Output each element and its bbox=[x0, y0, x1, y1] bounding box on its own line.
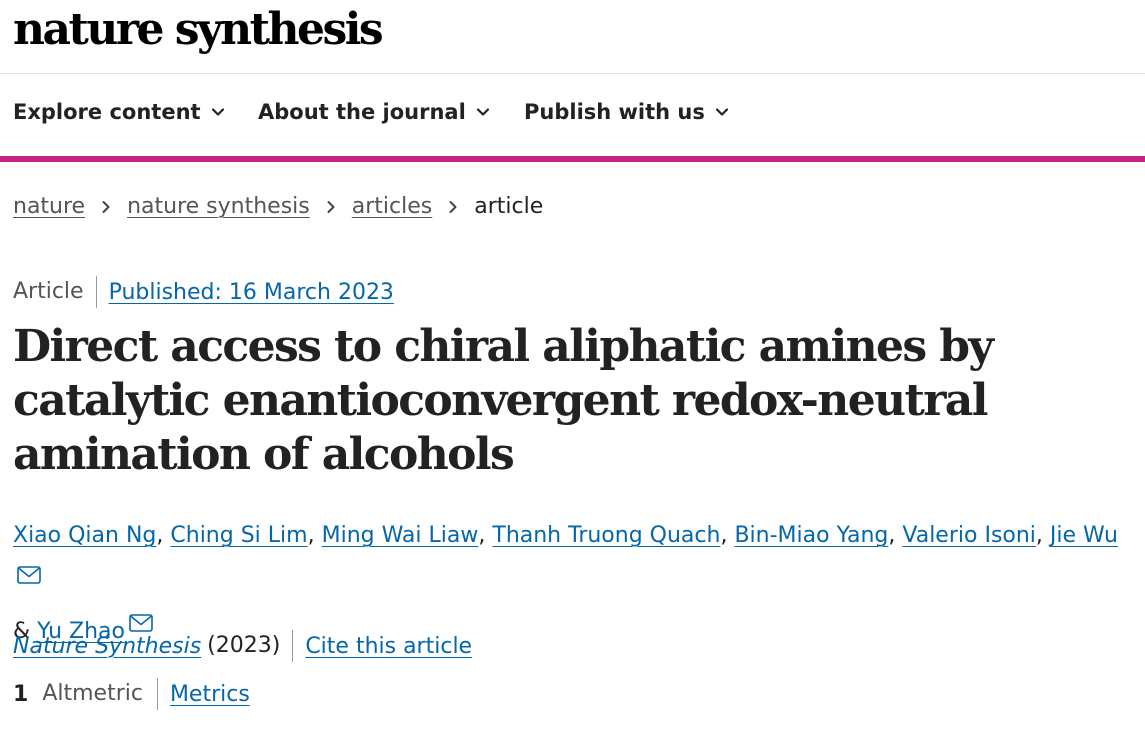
article-type: Article bbox=[13, 276, 97, 308]
citation-row: Nature Synthesis (2023) Cite this articl… bbox=[13, 630, 472, 662]
chevron-right-icon bbox=[99, 200, 113, 214]
breadcrumb-link-nature-synthesis[interactable]: nature synthesis bbox=[127, 194, 310, 219]
chevron-down-icon bbox=[715, 105, 729, 119]
nav-publish-with-us[interactable]: Publish with us bbox=[524, 100, 729, 124]
chevron-right-icon bbox=[324, 200, 338, 214]
nav-about-journal[interactable]: About the journal bbox=[258, 100, 490, 124]
journal-link[interactable]: Nature Synthesis bbox=[13, 634, 201, 659]
article-title: Direct access to chiral aliphatic amines… bbox=[13, 321, 994, 480]
author-link[interactable]: Ching Si Lim bbox=[170, 523, 307, 548]
author-separator: , bbox=[156, 523, 171, 548]
metrics-row: 1 Altmetric Metrics bbox=[13, 678, 250, 710]
breadcrumb: nature nature synthesis articles article bbox=[13, 194, 543, 219]
author-link[interactable]: Jie Wu bbox=[1050, 523, 1118, 548]
author-separator: , bbox=[888, 523, 903, 548]
author-link[interactable]: Bin-Miao Yang bbox=[734, 523, 888, 548]
mail-icon[interactable] bbox=[17, 566, 41, 584]
author-link[interactable]: Ming Wai Liaw bbox=[322, 523, 479, 548]
nav-item-label: Explore content bbox=[13, 100, 201, 124]
nav-item-label: About the journal bbox=[258, 100, 466, 124]
author-separator: , bbox=[478, 523, 493, 548]
article-meta: Article Published: 16 March 2023 bbox=[13, 276, 394, 308]
journal-logo[interactable]: nature synthesis bbox=[13, 0, 384, 60]
published-date-link[interactable]: Published: 16 March 2023 bbox=[97, 280, 394, 305]
altmetric-label: Altmetric bbox=[42, 678, 158, 710]
author-link[interactable]: Xiao Qian Ng bbox=[13, 523, 156, 548]
citation-year: (2023) bbox=[207, 630, 294, 662]
main-nav: Explore content About the journal Publis… bbox=[0, 74, 1145, 156]
breadcrumb-link-nature[interactable]: nature bbox=[13, 194, 85, 219]
author-separator: , bbox=[1035, 523, 1050, 548]
cite-this-article-link[interactable]: Cite this article bbox=[293, 634, 472, 659]
nav-accent-bar bbox=[0, 156, 1145, 162]
altmetric-count: 1 bbox=[13, 681, 29, 707]
author-separator: , bbox=[720, 523, 735, 548]
author-link[interactable]: Valerio Isoni bbox=[902, 523, 1036, 548]
nav-explore-content[interactable]: Explore content bbox=[13, 100, 225, 124]
chevron-down-icon bbox=[211, 105, 225, 119]
site-header: nature synthesis bbox=[0, 0, 1145, 74]
author-separator: , bbox=[307, 523, 322, 548]
author-link[interactable]: Thanh Truong Quach bbox=[492, 523, 720, 548]
breadcrumb-link-articles[interactable]: articles bbox=[352, 194, 432, 219]
breadcrumb-current: article bbox=[474, 194, 544, 219]
metrics-link[interactable]: Metrics bbox=[158, 682, 250, 707]
chevron-right-icon bbox=[446, 200, 460, 214]
chevron-down-icon bbox=[476, 105, 490, 119]
nav-item-label: Publish with us bbox=[524, 100, 705, 124]
